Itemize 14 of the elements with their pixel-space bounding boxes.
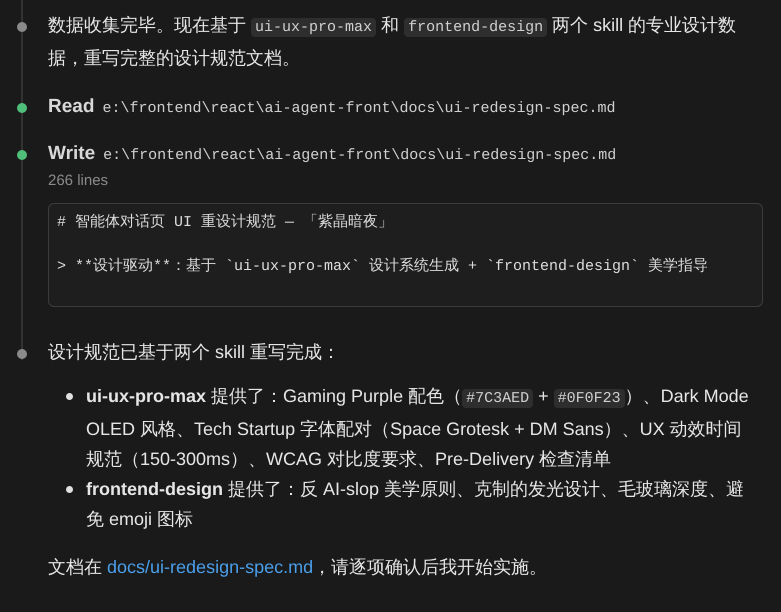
- bullet-text: frontend-design 提供了：反 AI-slop 美学原则、克制的发光设计、毛玻璃深度、避免 emoji 图标: [86, 478, 746, 531]
- code-line: > **设计驱动**：基于 `ui-ux-pro-max` 设计系统生成 + `frontend-design` 美学指导: [57, 256, 710, 276]
- message-text: 设计规范已基于两个 skill 重写完成：: [48, 340, 341, 364]
- code-line: # 智能体对话页 UI 重设计规范 — 「紫晶暗夜」: [57, 212, 394, 232]
- tool-action: Write: [48, 142, 96, 166]
- document-link[interactable]: docs/ui-redesign-spec.md: [107, 556, 314, 576]
- bullet-icon: [66, 392, 73, 400]
- file-path: e:\frontend\react\ai-agent-front\docs\ui-redesign-spec.md: [102, 99, 616, 119]
- message-text: 文档在 docs/ui-redesign-spec.md，请逐项确认后我开始实施。: [48, 556, 548, 579]
- message-text: 数据收集完毕。现在基于 ui-ux-pro-max 和 frontend-design 两个 skill 的专业设计数据，重写完整的设计规范文档。: [48, 14, 738, 70]
- bullet-icon: [66, 486, 73, 492]
- tool-action: Read: [48, 95, 94, 119]
- file-path: e:\frontend\react\ai-agent-front\docs\ui-redesign-spec.md: [103, 146, 616, 166]
- line-count: 266 lines: [48, 171, 110, 191]
